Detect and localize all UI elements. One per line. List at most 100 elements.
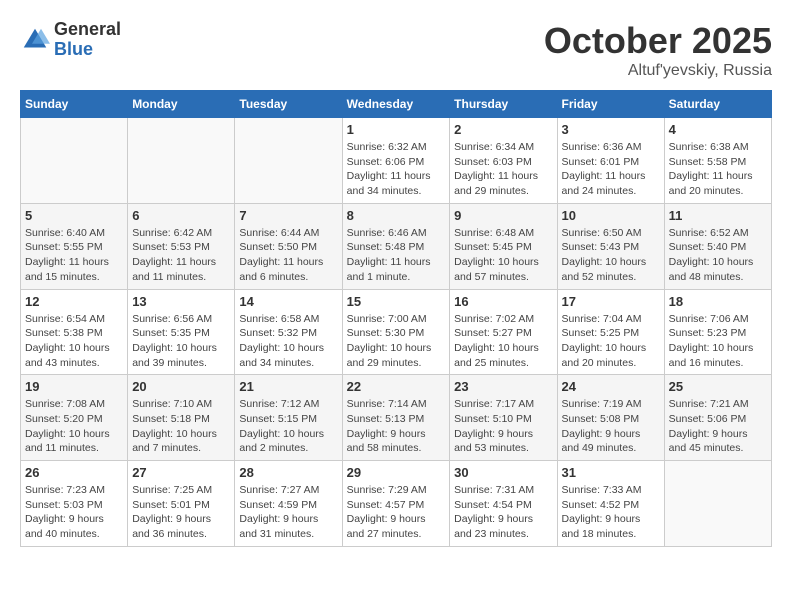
day-number: 7	[239, 208, 337, 223]
day-number: 18	[669, 294, 767, 309]
calendar-cell: 12Sunrise: 6:54 AM Sunset: 5:38 PM Dayli…	[21, 289, 128, 375]
day-number: 31	[562, 465, 660, 480]
day-number: 14	[239, 294, 337, 309]
day-number: 23	[454, 379, 552, 394]
day-number: 3	[562, 122, 660, 137]
calendar-cell: 21 Sunrise: 7:12 AM Sunset: 5:15 PM Dayli…	[235, 375, 342, 461]
calendar-cell: 6 Sunrise: 6:42 AM Sunset: 5:53 PM Daylig…	[128, 203, 235, 289]
logo: General Blue	[20, 20, 121, 60]
day-number: 12	[25, 294, 123, 309]
day-info: Sunrise: 7:33 AM Sunset: 4:52 PM Dayligh…	[562, 483, 660, 542]
day-info: Sunrise: 7:27 AM Sunset: 4:59 PM Dayligh…	[239, 483, 337, 542]
calendar-cell: 5Sunrise: 6:40 AM Sunset: 5:55 PM Daylig…	[21, 203, 128, 289]
calendar-cell: 22 Sunrise: 7:14 AM Sunset: 5:13 PM Dayli…	[342, 375, 450, 461]
day-number: 19	[25, 379, 123, 394]
day-info: Sunrise: 6:48 AM Sunset: 5:45 PM Dayligh…	[454, 226, 552, 285]
calendar-cell: 23 Sunrise: 7:17 AM Sunset: 5:10 PM Dayli…	[450, 375, 557, 461]
logo-text: General Blue	[54, 20, 121, 60]
day-number: 22	[347, 379, 446, 394]
day-info: Sunrise: 7:06 AM Sunset: 5:23 PM Dayligh…	[669, 312, 767, 371]
calendar-cell: 19Sunrise: 7:08 AM Sunset: 5:20 PM Dayli…	[21, 375, 128, 461]
day-info: Sunrise: 7:10 AM Sunset: 5:18 PM Dayligh…	[132, 397, 230, 456]
day-info: Sunrise: 7:31 AM Sunset: 4:54 PM Dayligh…	[454, 483, 552, 542]
weekday-header-monday: Monday	[128, 91, 235, 118]
calendar-cell: 15Sunrise: 7:00 AM Sunset: 5:30 PM Dayli…	[342, 289, 450, 375]
day-number: 21	[239, 379, 337, 394]
day-info: Sunrise: 7:19 AM Sunset: 5:08 PM Dayligh…	[562, 397, 660, 456]
calendar-week-row: 1 Sunrise: 6:32 AM Sunset: 6:06 PM Daylig…	[21, 118, 772, 204]
calendar-cell: 27 Sunrise: 7:25 AM Sunset: 5:01 PM Dayli…	[128, 461, 235, 547]
calendar-table: SundayMondayTuesdayWednesdayThursdayFrid…	[20, 90, 772, 547]
calendar-cell: 18 Sunrise: 7:06 AM Sunset: 5:23 PM Dayli…	[664, 289, 771, 375]
day-number: 20	[132, 379, 230, 394]
day-info: Sunrise: 6:46 AM Sunset: 5:48 PM Dayligh…	[347, 226, 446, 285]
day-number: 10	[562, 208, 660, 223]
calendar-cell: 8 Sunrise: 6:46 AM Sunset: 5:48 PM Daylig…	[342, 203, 450, 289]
calendar-cell: 14Sunrise: 6:58 AM Sunset: 5:32 PM Dayli…	[235, 289, 342, 375]
day-info: Sunrise: 6:32 AM Sunset: 6:06 PM Dayligh…	[347, 140, 446, 199]
calendar-cell: 24 Sunrise: 7:19 AM Sunset: 5:08 PM Dayli…	[557, 375, 664, 461]
weekday-header-friday: Friday	[557, 91, 664, 118]
location-subtitle: Altuf'yevskiy, Russia	[544, 62, 772, 80]
calendar-cell: 9Sunrise: 6:48 AM Sunset: 5:45 PM Daylig…	[450, 203, 557, 289]
day-number: 29	[347, 465, 446, 480]
day-info: Sunrise: 7:04 AM Sunset: 5:25 PM Dayligh…	[562, 312, 660, 371]
day-number: 11	[669, 208, 767, 223]
weekday-header-saturday: Saturday	[664, 91, 771, 118]
day-number: 13	[132, 294, 230, 309]
calendar-week-row: 26Sunrise: 7:23 AM Sunset: 5:03 PM Dayli…	[21, 461, 772, 547]
calendar-cell: 28Sunrise: 7:27 AM Sunset: 4:59 PM Dayli…	[235, 461, 342, 547]
calendar-cell: 3 Sunrise: 6:36 AM Sunset: 6:01 PM Daylig…	[557, 118, 664, 204]
calendar-cell	[21, 118, 128, 204]
day-info: Sunrise: 7:12 AM Sunset: 5:15 PM Dayligh…	[239, 397, 337, 456]
calendar-header-row: SundayMondayTuesdayWednesdayThursdayFrid…	[21, 91, 772, 118]
day-info: Sunrise: 6:42 AM Sunset: 5:53 PM Dayligh…	[132, 226, 230, 285]
day-number: 25	[669, 379, 767, 394]
day-info: Sunrise: 7:29 AM Sunset: 4:57 PM Dayligh…	[347, 483, 446, 542]
calendar-cell: 16Sunrise: 7:02 AM Sunset: 5:27 PM Dayli…	[450, 289, 557, 375]
day-info: Sunrise: 7:23 AM Sunset: 5:03 PM Dayligh…	[25, 483, 123, 542]
calendar-week-row: 5Sunrise: 6:40 AM Sunset: 5:55 PM Daylig…	[21, 203, 772, 289]
calendar-cell: 26Sunrise: 7:23 AM Sunset: 5:03 PM Dayli…	[21, 461, 128, 547]
day-info: Sunrise: 6:50 AM Sunset: 5:43 PM Dayligh…	[562, 226, 660, 285]
logo-general-text: General	[54, 20, 121, 40]
calendar-week-row: 12Sunrise: 6:54 AM Sunset: 5:38 PM Dayli…	[21, 289, 772, 375]
day-number: 6	[132, 208, 230, 223]
day-info: Sunrise: 7:14 AM Sunset: 5:13 PM Dayligh…	[347, 397, 446, 456]
day-info: Sunrise: 7:17 AM Sunset: 5:10 PM Dayligh…	[454, 397, 552, 456]
day-number: 24	[562, 379, 660, 394]
calendar-cell: 29 Sunrise: 7:29 AM Sunset: 4:57 PM Dayli…	[342, 461, 450, 547]
month-title: October 2025	[544, 20, 772, 62]
day-number: 1	[347, 122, 446, 137]
day-info: Sunrise: 6:52 AM Sunset: 5:40 PM Dayligh…	[669, 226, 767, 285]
calendar-cell: 7Sunrise: 6:44 AM Sunset: 5:50 PM Daylig…	[235, 203, 342, 289]
day-info: Sunrise: 7:21 AM Sunset: 5:06 PM Dayligh…	[669, 397, 767, 456]
day-number: 17	[562, 294, 660, 309]
calendar-cell	[235, 118, 342, 204]
calendar-cell: 13Sunrise: 6:56 AM Sunset: 5:35 PM Dayli…	[128, 289, 235, 375]
weekday-header-wednesday: Wednesday	[342, 91, 450, 118]
calendar-cell	[664, 461, 771, 547]
weekday-header-sunday: Sunday	[21, 91, 128, 118]
day-number: 8	[347, 208, 446, 223]
day-number: 30	[454, 465, 552, 480]
calendar-cell: 30 Sunrise: 7:31 AM Sunset: 4:54 PM Dayli…	[450, 461, 557, 547]
logo-icon	[20, 25, 50, 55]
calendar-cell	[128, 118, 235, 204]
day-info: Sunrise: 7:25 AM Sunset: 5:01 PM Dayligh…	[132, 483, 230, 542]
day-number: 27	[132, 465, 230, 480]
calendar-cell: 17 Sunrise: 7:04 AM Sunset: 5:25 PM Dayli…	[557, 289, 664, 375]
weekday-header-tuesday: Tuesday	[235, 91, 342, 118]
calendar-cell: 31 Sunrise: 7:33 AM Sunset: 4:52 PM Dayli…	[557, 461, 664, 547]
calendar-week-row: 19Sunrise: 7:08 AM Sunset: 5:20 PM Dayli…	[21, 375, 772, 461]
calendar-cell: 1 Sunrise: 6:32 AM Sunset: 6:06 PM Daylig…	[342, 118, 450, 204]
calendar-cell: 25 Sunrise: 7:21 AM Sunset: 5:06 PM Dayli…	[664, 375, 771, 461]
day-info: Sunrise: 6:38 AM Sunset: 5:58 PM Dayligh…	[669, 140, 767, 199]
title-block: October 2025 Altuf'yevskiy, Russia	[544, 20, 772, 80]
day-info: Sunrise: 6:36 AM Sunset: 6:01 PM Dayligh…	[562, 140, 660, 199]
calendar-cell: 11 Sunrise: 6:52 AM Sunset: 5:40 PM Dayli…	[664, 203, 771, 289]
day-info: Sunrise: 6:40 AM Sunset: 5:55 PM Dayligh…	[25, 226, 123, 285]
logo-blue-text: Blue	[54, 40, 121, 60]
day-number: 2	[454, 122, 552, 137]
weekday-header-thursday: Thursday	[450, 91, 557, 118]
